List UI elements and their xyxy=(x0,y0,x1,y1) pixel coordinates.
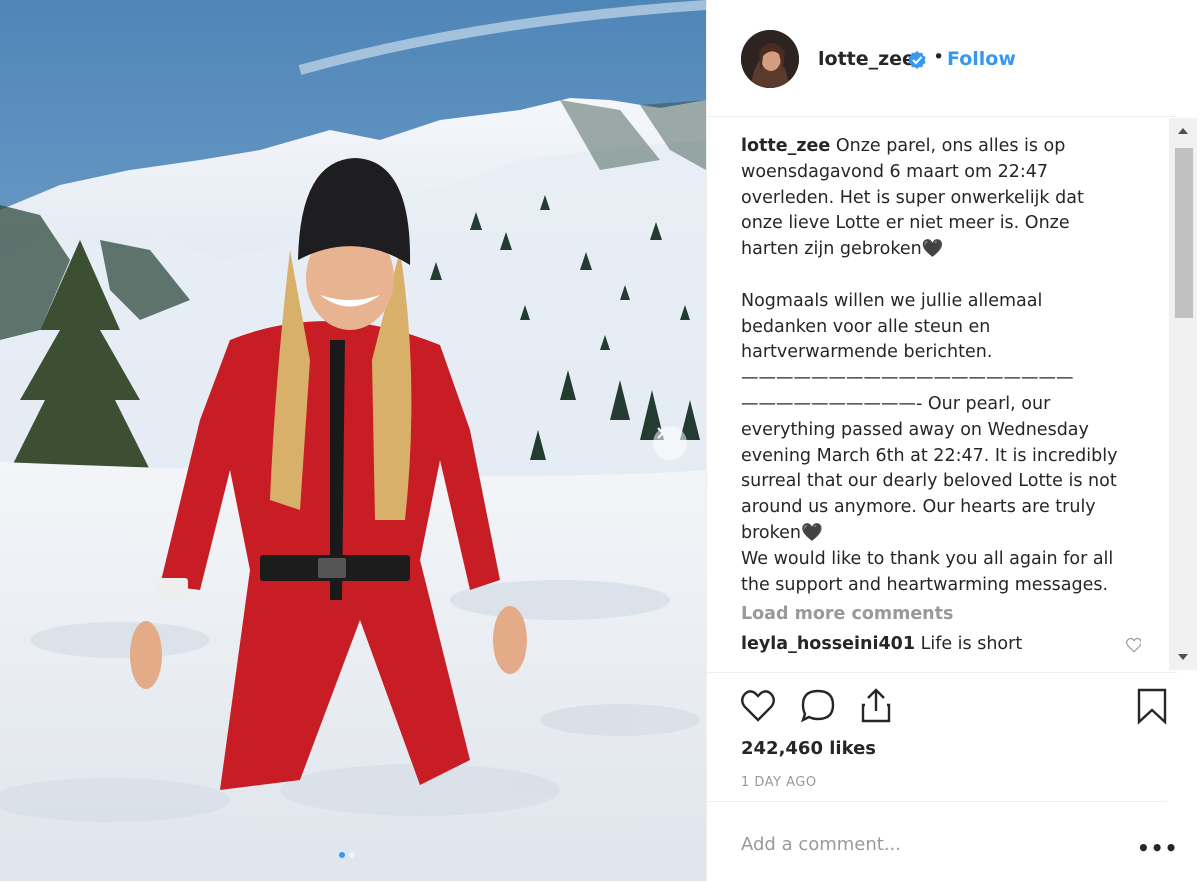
post-timestamp[interactable]: 1 DAY AGO xyxy=(741,775,817,790)
post-photo[interactable] xyxy=(0,0,706,881)
author-username[interactable]: lotte_zee xyxy=(818,48,915,70)
caption-text: Onze parel, ons alles is op woensdagavon… xyxy=(741,136,1118,595)
comments-scrollbar[interactable] xyxy=(1169,118,1197,670)
action-bar xyxy=(707,672,1177,733)
carousel-indicator xyxy=(339,852,355,858)
add-comment-bar: ••• xyxy=(707,801,1177,882)
carousel-dot-active xyxy=(339,852,345,858)
likes-count[interactable]: 242,460 likes xyxy=(741,738,876,759)
instagram-post: lotte_zee • Follow lotte_zee Onze parel,… xyxy=(0,0,1200,881)
triangle-up-icon xyxy=(1178,128,1188,134)
avatar[interactable] xyxy=(741,30,799,88)
comment-bubble-icon[interactable] xyxy=(799,687,837,725)
post-side-panel: lotte_zee • Follow lotte_zee Onze parel,… xyxy=(706,0,1200,881)
follow-button[interactable]: Follow xyxy=(947,48,1016,70)
comment-item: leyla_hosseini401 Life is short xyxy=(741,634,1141,654)
more-options-button[interactable]: ••• xyxy=(1137,836,1178,860)
post-caption: lotte_zee Onze parel, ons alles is op wo… xyxy=(741,134,1141,598)
comment-like-icon[interactable] xyxy=(1125,636,1141,654)
scroll-up-button[interactable] xyxy=(1169,118,1197,144)
photo-illustration xyxy=(0,0,706,881)
post-header: lotte_zee • Follow xyxy=(707,0,1177,117)
carousel-dot xyxy=(349,852,355,858)
chevron-right-icon xyxy=(657,427,665,439)
scrollbar-thumb[interactable] xyxy=(1175,148,1193,318)
add-comment-input[interactable] xyxy=(741,834,1081,855)
carousel-next-button[interactable] xyxy=(653,426,687,460)
bookmark-icon[interactable] xyxy=(1133,687,1171,725)
comment-text: Life is short xyxy=(915,634,1023,655)
triangle-down-icon xyxy=(1178,654,1188,660)
verified-badge-icon xyxy=(908,51,926,69)
avatar-image xyxy=(741,30,799,88)
heart-icon[interactable] xyxy=(739,687,777,725)
caption-username[interactable]: lotte_zee xyxy=(741,136,830,156)
comments-section[interactable]: lotte_zee Onze parel, ons alles is op wo… xyxy=(741,134,1141,674)
comment-username[interactable]: leyla_hosseini401 xyxy=(741,634,915,654)
header-separator: • xyxy=(933,46,945,68)
scroll-down-button[interactable] xyxy=(1169,644,1197,670)
load-more-comments-button[interactable]: Load more comments xyxy=(741,604,1141,624)
share-icon[interactable] xyxy=(857,687,895,725)
